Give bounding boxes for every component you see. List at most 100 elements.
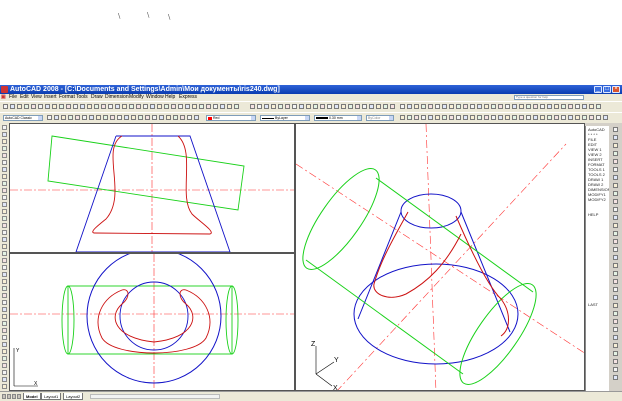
toolbar-tool-icon[interactable] <box>435 104 440 109</box>
toolbar-tool-icon[interactable] <box>82 115 87 120</box>
toolbar-tool-icon[interactable] <box>407 104 412 109</box>
toolbar-tool-icon[interactable] <box>376 104 381 109</box>
toolbar-tool-icon[interactable] <box>421 104 426 109</box>
draw-tool-icon[interactable] <box>2 195 7 200</box>
toolbar-tool-icon[interactable] <box>369 104 374 109</box>
modify-tool-icon[interactable] <box>613 247 618 252</box>
side-menu-item[interactable]: HELP <box>588 212 598 217</box>
toolbar-tool-icon[interactable] <box>68 115 73 120</box>
toolbar-tool-icon[interactable] <box>124 115 129 120</box>
toolbar-tool-icon[interactable] <box>519 104 524 109</box>
toolbar-tool-icon[interactable] <box>526 104 531 109</box>
toolbar-tool-icon[interactable] <box>227 104 232 109</box>
toolbar-tool-icon[interactable] <box>80 104 85 109</box>
toolbar-tool-icon[interactable] <box>505 104 510 109</box>
draw-tool-icon[interactable] <box>2 363 7 368</box>
plotstyle-select[interactable]: ByColor <box>366 115 394 121</box>
draw-tool-icon[interactable] <box>2 160 7 165</box>
toolbar-tool-icon[interactable] <box>3 104 8 109</box>
toolbar-tool-icon[interactable] <box>166 115 171 120</box>
toolbar-tool-icon[interactable] <box>152 115 157 120</box>
toolbar-tool-icon[interactable] <box>512 104 517 109</box>
draw-tool-icon[interactable] <box>2 328 7 333</box>
toolbar-tool-icon[interactable] <box>75 115 80 120</box>
toolbar-tool-icon[interactable] <box>540 115 545 120</box>
draw-tool-icon[interactable] <box>2 349 7 354</box>
toolbar-tool-icon[interactable] <box>159 115 164 120</box>
menu-view[interactable]: View <box>31 94 42 101</box>
toolbar-tool-icon[interactable] <box>414 104 419 109</box>
toolbar-tool-icon[interactable] <box>171 104 176 109</box>
document-icon[interactable]: ▣ <box>1 94 6 101</box>
menu-format[interactable]: Format <box>59 94 75 101</box>
toolbar-tool-icon[interactable] <box>355 104 360 109</box>
draw-tool-icon[interactable] <box>2 139 7 144</box>
toolbar-tool-icon[interactable] <box>89 115 94 120</box>
toolbar-tool-icon[interactable] <box>582 104 587 109</box>
toolbar-tool-icon[interactable] <box>505 115 510 120</box>
modify-tool-icon[interactable] <box>613 279 618 284</box>
toolbar-tool-icon[interactable] <box>115 104 120 109</box>
toolbar-tool-icon[interactable] <box>554 115 559 120</box>
workspace-select[interactable]: AutoCAD Classic <box>3 115 43 121</box>
toolbar-tool-icon[interactable] <box>334 104 339 109</box>
menu-express[interactable]: Express <box>179 94 197 101</box>
toolbar-tool-icon[interactable] <box>456 115 461 120</box>
color-select[interactable]: Red <box>206 115 256 121</box>
toolbar-tool-icon[interactable] <box>400 104 405 109</box>
toolbar-tool-icon[interactable] <box>589 104 594 109</box>
linetype-select[interactable]: ByLayer <box>260 115 310 121</box>
toolbar-tool-icon[interactable] <box>257 104 262 109</box>
toolbar-tool-icon[interactable] <box>220 104 225 109</box>
draw-tool-icon[interactable] <box>2 265 7 270</box>
draw-tool-icon[interactable] <box>2 209 7 214</box>
toolbar-tool-icon[interactable] <box>31 104 36 109</box>
toolbar-tool-icon[interactable] <box>66 104 71 109</box>
toolbar-tool-icon[interactable] <box>498 104 503 109</box>
draw-tool-icon[interactable] <box>2 272 7 277</box>
toolbar-tool-icon[interactable] <box>173 115 178 120</box>
draw-tool-icon[interactable] <box>2 146 7 151</box>
toolbar-tool-icon[interactable] <box>59 104 64 109</box>
toolbar-tool-icon[interactable] <box>108 104 113 109</box>
toolbar-tool-icon[interactable] <box>512 115 517 120</box>
modify-tool-icon[interactable] <box>613 223 618 228</box>
modify-tool-icon[interactable] <box>613 183 618 188</box>
draw-tool-icon[interactable] <box>2 188 7 193</box>
modify-tool-icon[interactable] <box>613 327 618 332</box>
toolbar-tool-icon[interactable] <box>24 104 29 109</box>
modify-tool-icon[interactable] <box>613 335 618 340</box>
toolbar-tool-icon[interactable] <box>61 115 66 120</box>
toolbar-tool-icon[interactable] <box>582 115 587 120</box>
toolbar-tool-icon[interactable] <box>463 104 468 109</box>
modify-tool-icon[interactable] <box>613 127 618 132</box>
toolbar-tool-icon[interactable] <box>313 104 318 109</box>
toolbar-tool-icon[interactable] <box>341 104 346 109</box>
toolbar-tool-icon[interactable] <box>131 115 136 120</box>
toolbar-tool-icon[interactable] <box>554 104 559 109</box>
modify-tool-icon[interactable] <box>613 207 618 212</box>
modify-tool-icon[interactable] <box>613 303 618 308</box>
toolbar-tool-icon[interactable] <box>17 104 22 109</box>
toolbar-tool-icon[interactable] <box>484 115 489 120</box>
toolbar-tool-icon[interactable] <box>596 115 601 120</box>
toolbar-tool-icon[interactable] <box>206 104 211 109</box>
toolbar-tool-icon[interactable] <box>568 115 573 120</box>
toolbar-tool-icon[interactable] <box>299 104 304 109</box>
toolbar-tool-icon[interactable] <box>129 104 134 109</box>
toolbar-tool-icon[interactable] <box>45 104 50 109</box>
toolbar-tool-icon[interactable] <box>589 115 594 120</box>
toolbar-tool-icon[interactable] <box>122 104 127 109</box>
toolbar-tool-icon[interactable] <box>185 104 190 109</box>
toolbar-tool-icon[interactable] <box>271 104 276 109</box>
toolbar-tool-icon[interactable] <box>477 104 482 109</box>
modify-tool-icon[interactable] <box>613 367 618 372</box>
toolbar-tool-icon[interactable] <box>292 104 297 109</box>
toolbar-tool-icon[interactable] <box>73 104 78 109</box>
tab-layout1[interactable]: Layout1 <box>41 393 62 400</box>
toolbar-tool-icon[interactable] <box>164 104 169 109</box>
side-menu-item[interactable]: LAST <box>588 302 598 307</box>
toolbar-tool-icon[interactable] <box>96 115 101 120</box>
draw-tool-icon[interactable] <box>2 202 7 207</box>
modify-tool-icon[interactable] <box>613 159 618 164</box>
